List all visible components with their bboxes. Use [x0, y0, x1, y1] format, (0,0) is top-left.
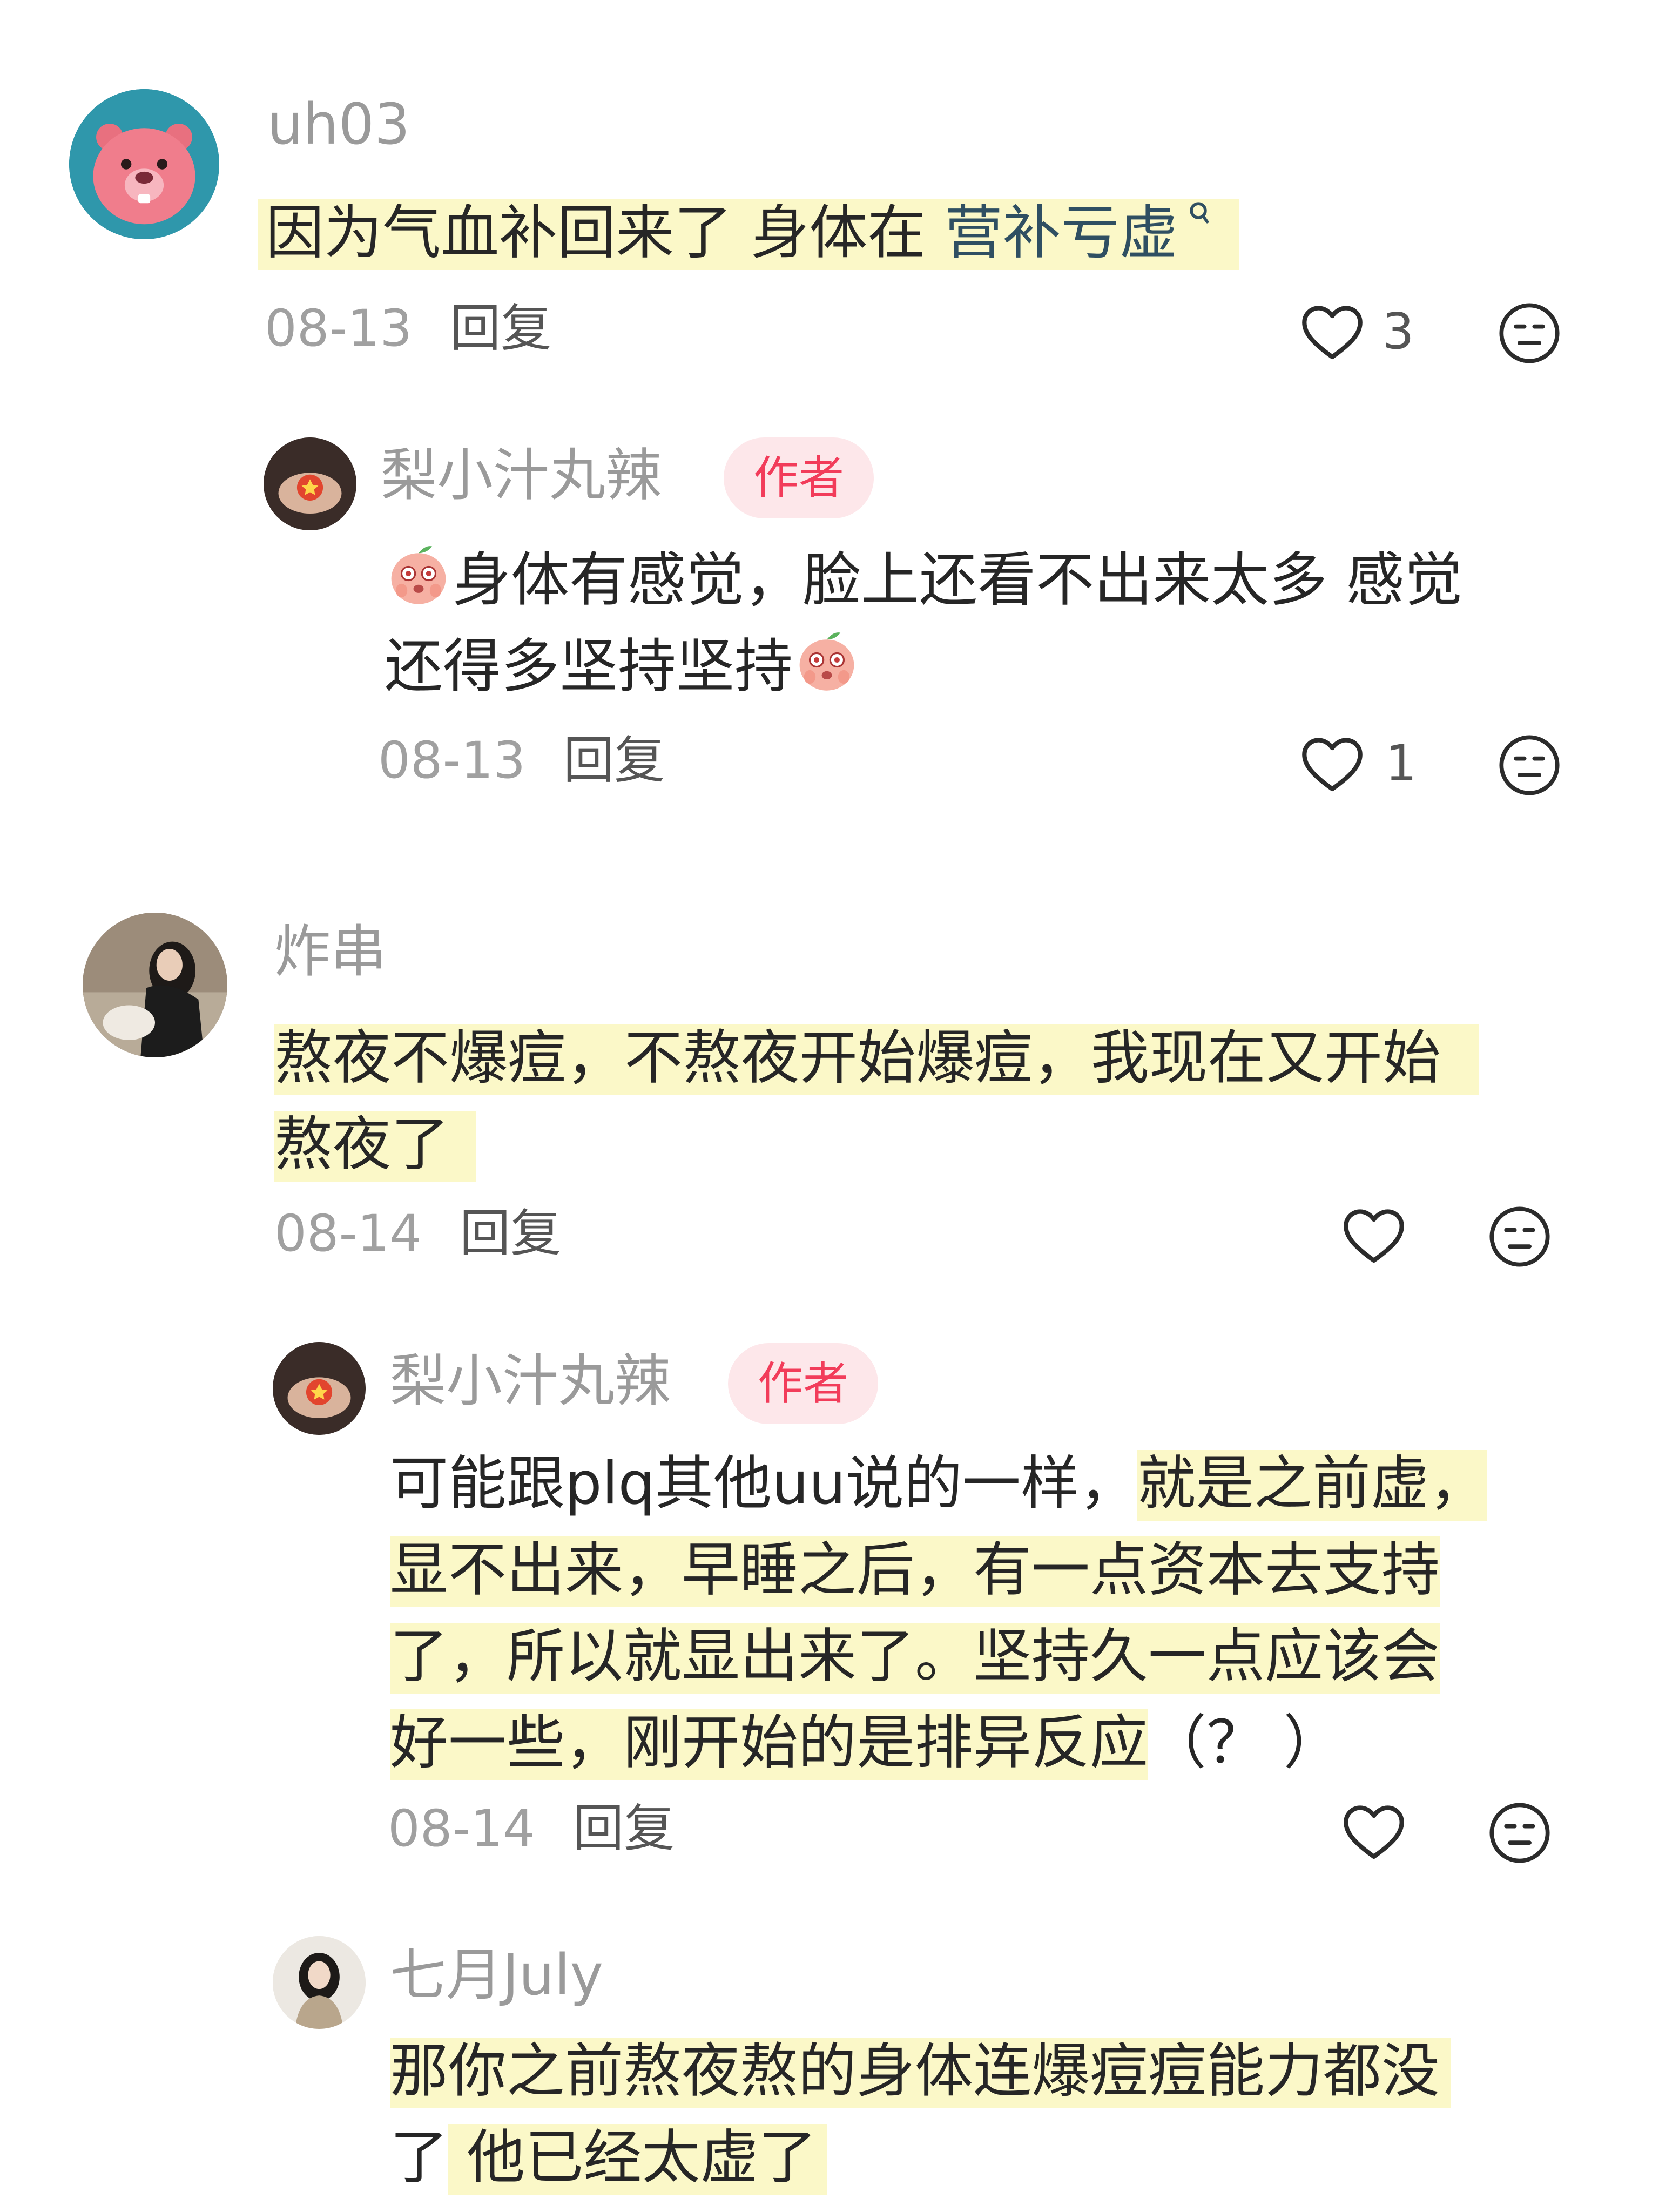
- username[interactable]: uh03: [267, 96, 410, 152]
- neutral-face-icon[interactable]: [1496, 732, 1563, 799]
- reply-text-line: 还得多坚持坚持: [385, 633, 793, 700]
- username[interactable]: 梨小汁丸辣: [390, 1353, 671, 1409]
- heart-outline-icon[interactable]: [1299, 300, 1366, 367]
- comment-text: 熬夜不爆痘，不熬夜开始爆痘，我现在又开始 熬夜了: [274, 1015, 1570, 1188]
- reply-text-line: （？ ）: [1148, 1709, 1342, 1777]
- neutral-face-icon[interactable]: [1496, 300, 1563, 367]
- reply-text-line: 身体有感觉，脸上还看不出来太多 感觉: [453, 547, 1463, 614]
- reply-text-line: 可能跟plq其他uu说的一样，: [390, 1450, 1138, 1518]
- neutral-face-icon[interactable]: [1486, 1203, 1553, 1270]
- avatar[interactable]: [83, 913, 227, 1057]
- like-count: 1: [1385, 734, 1417, 792]
- neutral-face-icon[interactable]: [1486, 1799, 1553, 1866]
- avatar[interactable]: [273, 1936, 366, 2029]
- comment-meta: 08-14 回复: [388, 1804, 675, 1854]
- heart-outline-icon[interactable]: [1340, 1203, 1407, 1270]
- comment-date: 08-13: [378, 731, 526, 790]
- reply-button[interactable]: 回复: [450, 299, 551, 358]
- peach-cry-emoji: [385, 539, 453, 608]
- username[interactable]: 七月July: [390, 1947, 603, 2003]
- comment-text-plain: 因为气血补回来了 身体在: [266, 199, 945, 267]
- heart-outline-icon[interactable]: [1299, 732, 1366, 799]
- reply-text-line: 那你之前熬夜熬的身体连爆痘痘能力都没: [390, 2038, 1451, 2108]
- reply-text-line: 就是之前虚，: [1137, 1450, 1488, 1521]
- reply-text-line: 好一些，刚开始的是排异反应: [390, 1709, 1149, 1780]
- comment-meta: 08-13 回复: [265, 304, 551, 354]
- comment-meta: 08-14 回复: [274, 1209, 561, 1259]
- photo-avatar-icon: [273, 1936, 366, 2029]
- reply-button[interactable]: 回复: [563, 731, 665, 790]
- comment-meta: 08-13 回复: [378, 736, 665, 786]
- like-count: 3: [1382, 302, 1414, 360]
- reply-text-line: 显不出来，早睡之后，有一点资本去支持: [390, 1536, 1440, 1607]
- reply-text: 那你之前熬夜熬的身体连爆痘痘能力都没 了 他已经太虚了: [390, 2028, 1632, 2201]
- comment-date: 08-14: [388, 1799, 536, 1858]
- topic-link[interactable]: 营补亏虚: [945, 199, 1178, 267]
- username[interactable]: 梨小汁丸辣: [381, 447, 662, 503]
- avatar[interactable]: [264, 437, 356, 530]
- comment-text-line: 熬夜了: [274, 1111, 477, 1182]
- beaver-avatar-icon: [69, 89, 219, 239]
- reply-text: 身体有感觉，脸上还看不出来太多 感觉 还得多坚持坚持: [385, 537, 1627, 710]
- avatar[interactable]: [273, 1342, 366, 1435]
- reply-button[interactable]: 回复: [573, 1799, 675, 1858]
- search-small-icon: [1189, 202, 1209, 224]
- author-badge: 作者: [728, 1343, 879, 1424]
- username[interactable]: 炸串: [274, 923, 387, 980]
- comment-date: 08-14: [274, 1204, 422, 1263]
- comment-text: 因为气血补回来了 身体在 营补亏虚: [258, 190, 1619, 276]
- comment-date: 08-13: [265, 299, 413, 358]
- author-avatar-icon: [264, 437, 356, 530]
- reply-text-line: 他已经太虚了: [448, 2124, 828, 2195]
- photo-avatar-icon: [83, 913, 227, 1057]
- author-badge: 作者: [724, 437, 874, 518]
- reply-text: 可能跟plq其他uu说的一样，就是之前虚， 显不出来，早睡之后，有一点资本去支持…: [390, 1441, 1632, 1786]
- comment-text-line: 熬夜不爆痘，不熬夜开始爆痘，我现在又开始: [274, 1024, 1479, 1095]
- avatar[interactable]: [69, 89, 219, 239]
- reply-text-line: 了，所以就显出来了。坚持久一点应该会: [390, 1623, 1440, 1694]
- reply-text-line: 了: [390, 2124, 449, 2191]
- heart-outline-icon[interactable]: [1340, 1799, 1407, 1866]
- peach-cry-emoji: [793, 626, 861, 694]
- reply-button[interactable]: 回复: [460, 1204, 561, 1263]
- author-avatar-icon: [273, 1342, 366, 1435]
